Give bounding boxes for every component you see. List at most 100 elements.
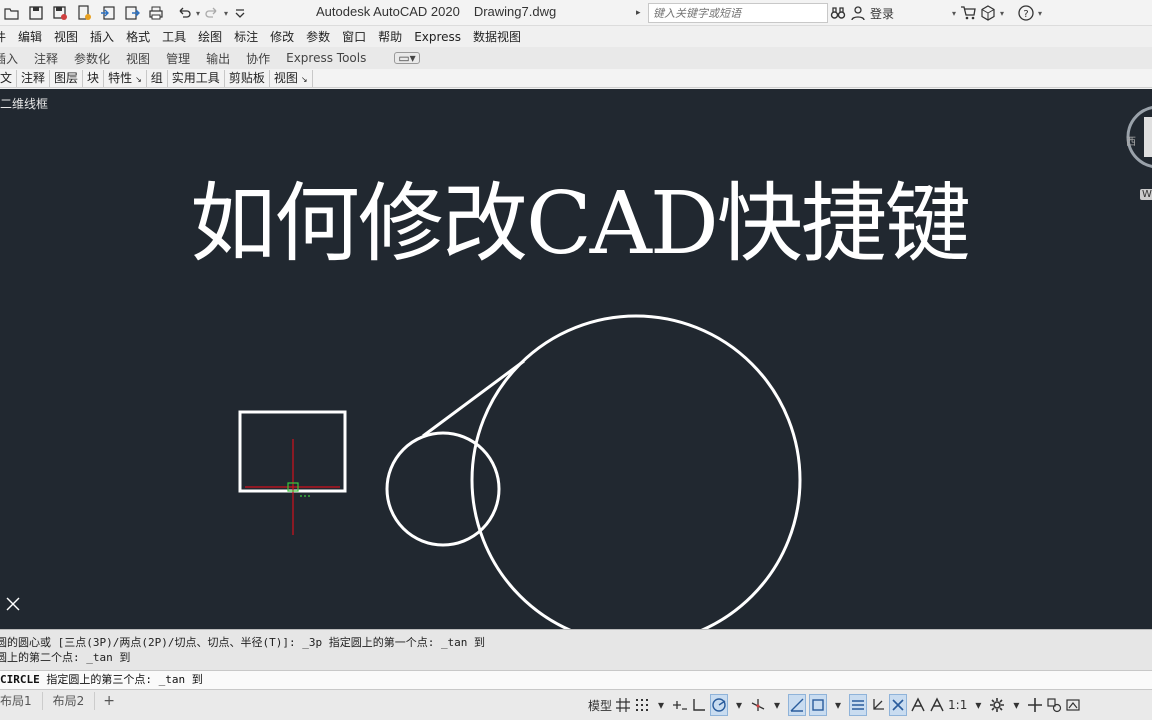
ucs-icon xyxy=(6,597,20,611)
panel-expand-icon[interactable]: ↘ xyxy=(135,75,142,84)
polar-dropdown-icon[interactable]: ▾ xyxy=(731,694,747,716)
hardware-acceleration-icon[interactable] xyxy=(1065,694,1081,716)
workspace-gear-icon[interactable] xyxy=(989,694,1005,716)
menu-modify[interactable]: 修改 xyxy=(264,28,300,45)
app-title: Autodesk AutoCAD 2020 xyxy=(316,4,460,19)
menu-tools[interactable]: 工具 xyxy=(156,28,192,45)
search-expand-icon[interactable]: ▸ xyxy=(636,8,648,18)
menu-format[interactable]: 格式 xyxy=(120,28,156,45)
panel-expand-icon[interactable]: ↘ xyxy=(301,75,308,84)
tab-output[interactable]: 输出 xyxy=(198,50,238,67)
tab-collaborate[interactable]: 协作 xyxy=(238,50,278,67)
lineweight-icon[interactable] xyxy=(849,694,868,716)
customize-qat-icon[interactable] xyxy=(228,2,252,24)
grid-icon[interactable] xyxy=(615,694,631,716)
help-icon[interactable]: ? xyxy=(1018,2,1034,24)
svg-text:?: ? xyxy=(1023,9,1028,20)
isolate-objects-icon[interactable] xyxy=(1046,694,1062,716)
command-line-input[interactable]: CIRCLE 指定圆上的第三个点: _tan 到 xyxy=(0,670,1152,690)
title-right-tools: 登录 ▾ ▾ ? ▾ xyxy=(830,2,1042,24)
object-snap-tracking-icon[interactable] xyxy=(788,694,807,716)
tab-layout2[interactable]: 布局2 xyxy=(43,692,96,710)
tangent-line[interactable] xyxy=(422,359,525,438)
plot-icon[interactable] xyxy=(144,2,168,24)
menu-insert[interactable]: 插入 xyxy=(84,28,120,45)
snap-icon[interactable] xyxy=(634,694,650,716)
tab-express-tools[interactable]: Express Tools xyxy=(278,51,374,65)
menu-draw[interactable]: 绘图 xyxy=(192,28,228,45)
tab-layout1[interactable]: 布局1 xyxy=(0,692,43,710)
selection-cycling-icon[interactable] xyxy=(889,694,908,716)
crosshair-cursor xyxy=(245,439,340,535)
panel-text[interactable]: 文 xyxy=(0,69,18,87)
cart-icon[interactable] xyxy=(960,2,976,24)
isodraft-dropdown-icon[interactable]: ▾ xyxy=(769,694,785,716)
layout-tabs: 布局1 布局2 + xyxy=(0,692,123,710)
tab-annotate[interactable]: 注释 xyxy=(26,50,66,67)
scale-dropdown-icon[interactable]: ▾ xyxy=(970,694,986,716)
panel-utilities[interactable]: 实用工具 xyxy=(168,69,225,87)
open-icon[interactable] xyxy=(0,2,24,24)
viewcube-wcs-label[interactable]: W xyxy=(1140,189,1152,200)
search-input[interactable] xyxy=(648,3,828,23)
panel-annotate[interactable]: 注释 xyxy=(17,69,51,87)
osnap-dropdown-icon[interactable]: ▾ xyxy=(830,694,846,716)
snap-dropdown-icon[interactable]: ▾ xyxy=(653,694,669,716)
command-prompt: 指定圆上的第三个点: _tan 到 xyxy=(39,673,203,686)
small-circle[interactable] xyxy=(385,431,501,547)
panel-clipboard[interactable]: 剪贴板 xyxy=(225,69,270,87)
transparency-icon[interactable] xyxy=(870,694,886,716)
menu-dimension[interactable]: 标注 xyxy=(228,28,264,45)
undo-icon[interactable] xyxy=(172,2,196,24)
panel-block[interactable]: 块 xyxy=(83,69,105,87)
save-as-icon[interactable] xyxy=(48,2,72,24)
autodesk-app-icon[interactable] xyxy=(980,2,996,24)
cloud-save-icon[interactable] xyxy=(72,2,96,24)
ortho-icon[interactable] xyxy=(691,694,707,716)
menu-express[interactable]: Express xyxy=(408,30,467,44)
add-layout-button[interactable]: + xyxy=(95,692,123,710)
save-icon[interactable] xyxy=(24,2,48,24)
workspace-dropdown-icon[interactable]: ▾ xyxy=(1008,694,1024,716)
login-label[interactable]: 登录 xyxy=(870,5,894,22)
tab-view[interactable]: 视图 xyxy=(118,50,158,67)
tab-parametric[interactable]: 参数化 xyxy=(66,50,118,67)
menu-edit[interactable]: 编辑 xyxy=(12,28,48,45)
menu-view[interactable]: 视图 xyxy=(48,28,84,45)
model-space-button[interactable]: 模型 xyxy=(588,694,612,716)
redo-icon[interactable] xyxy=(200,2,224,24)
object-snap-icon[interactable] xyxy=(809,694,828,716)
polar-tracking-icon[interactable] xyxy=(710,694,729,716)
isodraft-icon[interactable] xyxy=(750,694,766,716)
drawing-area[interactable]: 二维线框 如何修改CAD快捷键 西 W xyxy=(0,89,1152,629)
panel-layers[interactable]: 图层 xyxy=(50,69,84,87)
ribbon-minimize-toggle[interactable]: ▭▾ xyxy=(394,52,420,64)
panel-properties[interactable]: 特性 ↘ xyxy=(104,69,147,87)
auto-scale-icon[interactable] xyxy=(929,694,945,716)
tab-insert[interactable]: 插入 xyxy=(0,50,26,67)
help-dropdown-icon[interactable]: ▾ xyxy=(1038,9,1042,18)
user-icon[interactable] xyxy=(850,2,866,24)
menu-help[interactable]: 帮助 xyxy=(372,28,408,45)
menu-parametric[interactable]: 参数 xyxy=(300,28,336,45)
document-title: Drawing7.dwg xyxy=(473,4,557,19)
plus-icon[interactable] xyxy=(1027,694,1043,716)
menu-file[interactable]: 件 xyxy=(0,28,12,45)
app-dropdown-icon[interactable]: ▾ xyxy=(1000,9,1004,18)
annotation-scale[interactable]: 1:1 xyxy=(948,694,967,716)
binoculars-icon[interactable] xyxy=(830,2,846,24)
export-icon[interactable] xyxy=(120,2,144,24)
import-icon[interactable] xyxy=(96,2,120,24)
tab-manage[interactable]: 管理 xyxy=(158,50,198,67)
menu-bar: 件 编辑 视图 插入 格式 工具 绘图 标注 修改 参数 窗口 帮助 Expre… xyxy=(0,26,1152,47)
login-dropdown-icon[interactable]: ▾ xyxy=(952,9,956,18)
panel-group[interactable]: 组 xyxy=(147,69,168,87)
menu-data-view[interactable]: 数据视图 xyxy=(467,28,527,45)
command-history: 圆的圆心或 [三点(3P)/两点(2P)/切点、切点、半径(T)]: _3p 指… xyxy=(0,629,1152,670)
dynamic-input-icon[interactable] xyxy=(672,694,688,716)
viewcube-west-label: 西 xyxy=(1126,137,1136,148)
panel-view[interactable]: 视图 ↘ xyxy=(270,69,313,87)
panel-view-label: 视图 xyxy=(273,70,298,85)
menu-window[interactable]: 窗口 xyxy=(336,28,372,45)
annotation-visibility-icon[interactable] xyxy=(910,694,926,716)
